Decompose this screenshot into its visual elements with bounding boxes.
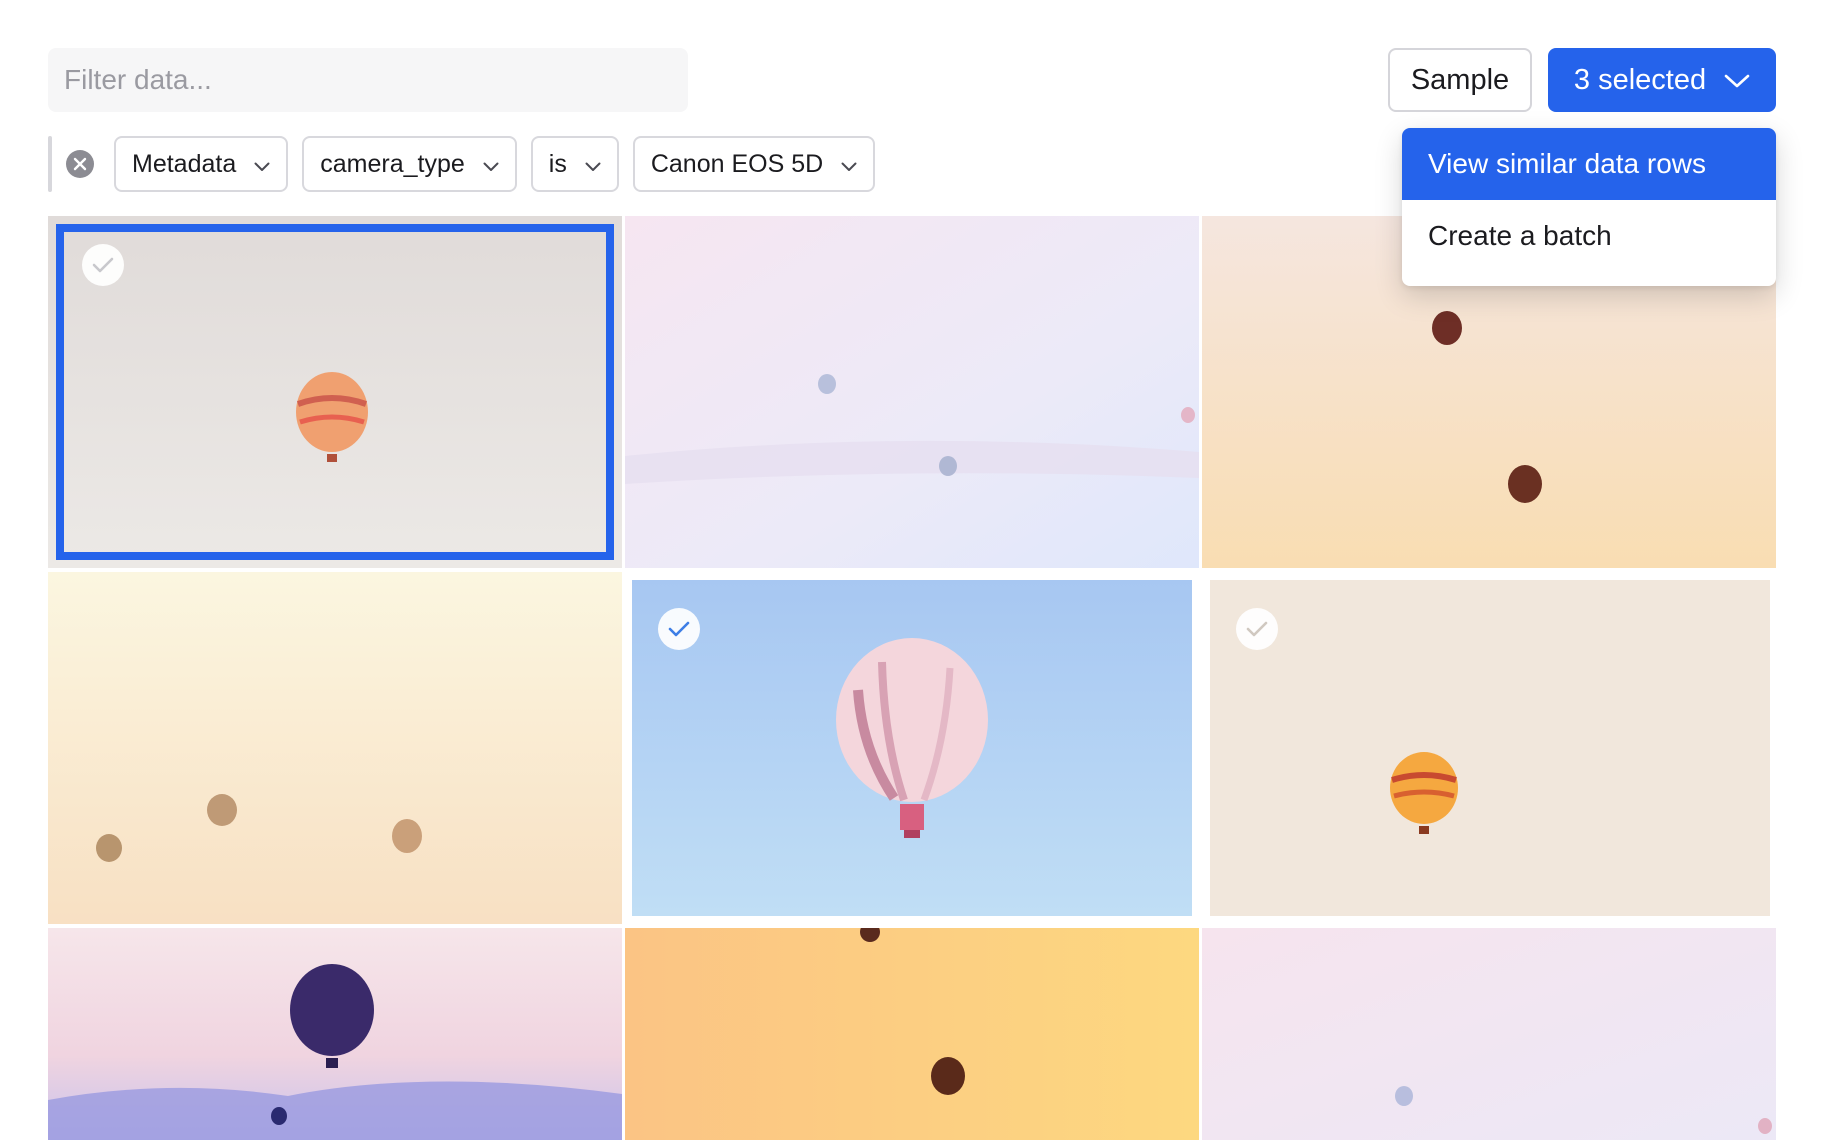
chevron-down-icon — [841, 150, 857, 179]
sample-button[interactable]: Sample — [1388, 48, 1532, 112]
selection-dropdown-button[interactable]: 3 selected — [1548, 48, 1776, 112]
clear-filter-icon[interactable] — [66, 150, 94, 178]
selection-count-label: 3 selected — [1573, 63, 1707, 96]
check-icon[interactable] — [1236, 608, 1278, 650]
filter-value-label: Canon EOS 5D — [650, 149, 824, 178]
balloon-image — [632, 580, 1192, 916]
menu-item-create-batch[interactable]: Create a batch — [1402, 200, 1776, 272]
selection-actions-menu: View similar data rows Create a batch — [1402, 128, 1776, 286]
chevron-down-icon — [483, 150, 499, 179]
filter-field-select[interactable]: Metadata — [114, 136, 289, 192]
menu-item-view-similar[interactable]: View similar data rows — [1402, 128, 1776, 200]
image-tile[interactable] — [1202, 928, 1776, 1140]
menu-item-label: Create a batch — [1428, 220, 1612, 251]
check-icon[interactable] — [658, 608, 700, 650]
image-tile[interactable] — [625, 216, 1199, 568]
filter-operator-select[interactable]: is — [530, 136, 619, 192]
balloon-image — [1202, 928, 1776, 1140]
balloon-image — [48, 216, 622, 568]
check-icon[interactable] — [82, 244, 124, 286]
filter-value-select[interactable]: Canon EOS 5D — [632, 136, 876, 192]
search-input[interactable] — [48, 48, 688, 112]
image-tile[interactable] — [48, 572, 622, 924]
image-tile[interactable] — [1210, 580, 1770, 916]
filter-row: Metadata camera_type is Canon EOS 5D — [48, 136, 889, 192]
filter-divider — [48, 136, 52, 192]
filter-key-label: camera_type — [320, 149, 465, 178]
filter-field-label: Metadata — [132, 149, 237, 178]
balloon-image — [48, 928, 622, 1140]
balloon-image — [625, 928, 1199, 1140]
image-tile[interactable] — [48, 928, 622, 1140]
balloon-image — [48, 572, 622, 924]
chevron-down-icon — [585, 150, 601, 179]
image-tile[interactable] — [48, 216, 622, 568]
image-tile[interactable] — [632, 580, 1192, 916]
filter-key-select[interactable]: camera_type — [302, 136, 517, 192]
menu-item-label: View similar data rows — [1428, 148, 1707, 179]
chevron-down-icon — [1724, 64, 1750, 97]
balloon-image — [1210, 580, 1770, 916]
sample-button-label: Sample — [1410, 63, 1510, 96]
chevron-down-icon — [254, 150, 270, 179]
image-tile[interactable] — [625, 928, 1199, 1140]
filter-operator-label: is — [548, 149, 567, 178]
balloon-image — [625, 216, 1199, 568]
